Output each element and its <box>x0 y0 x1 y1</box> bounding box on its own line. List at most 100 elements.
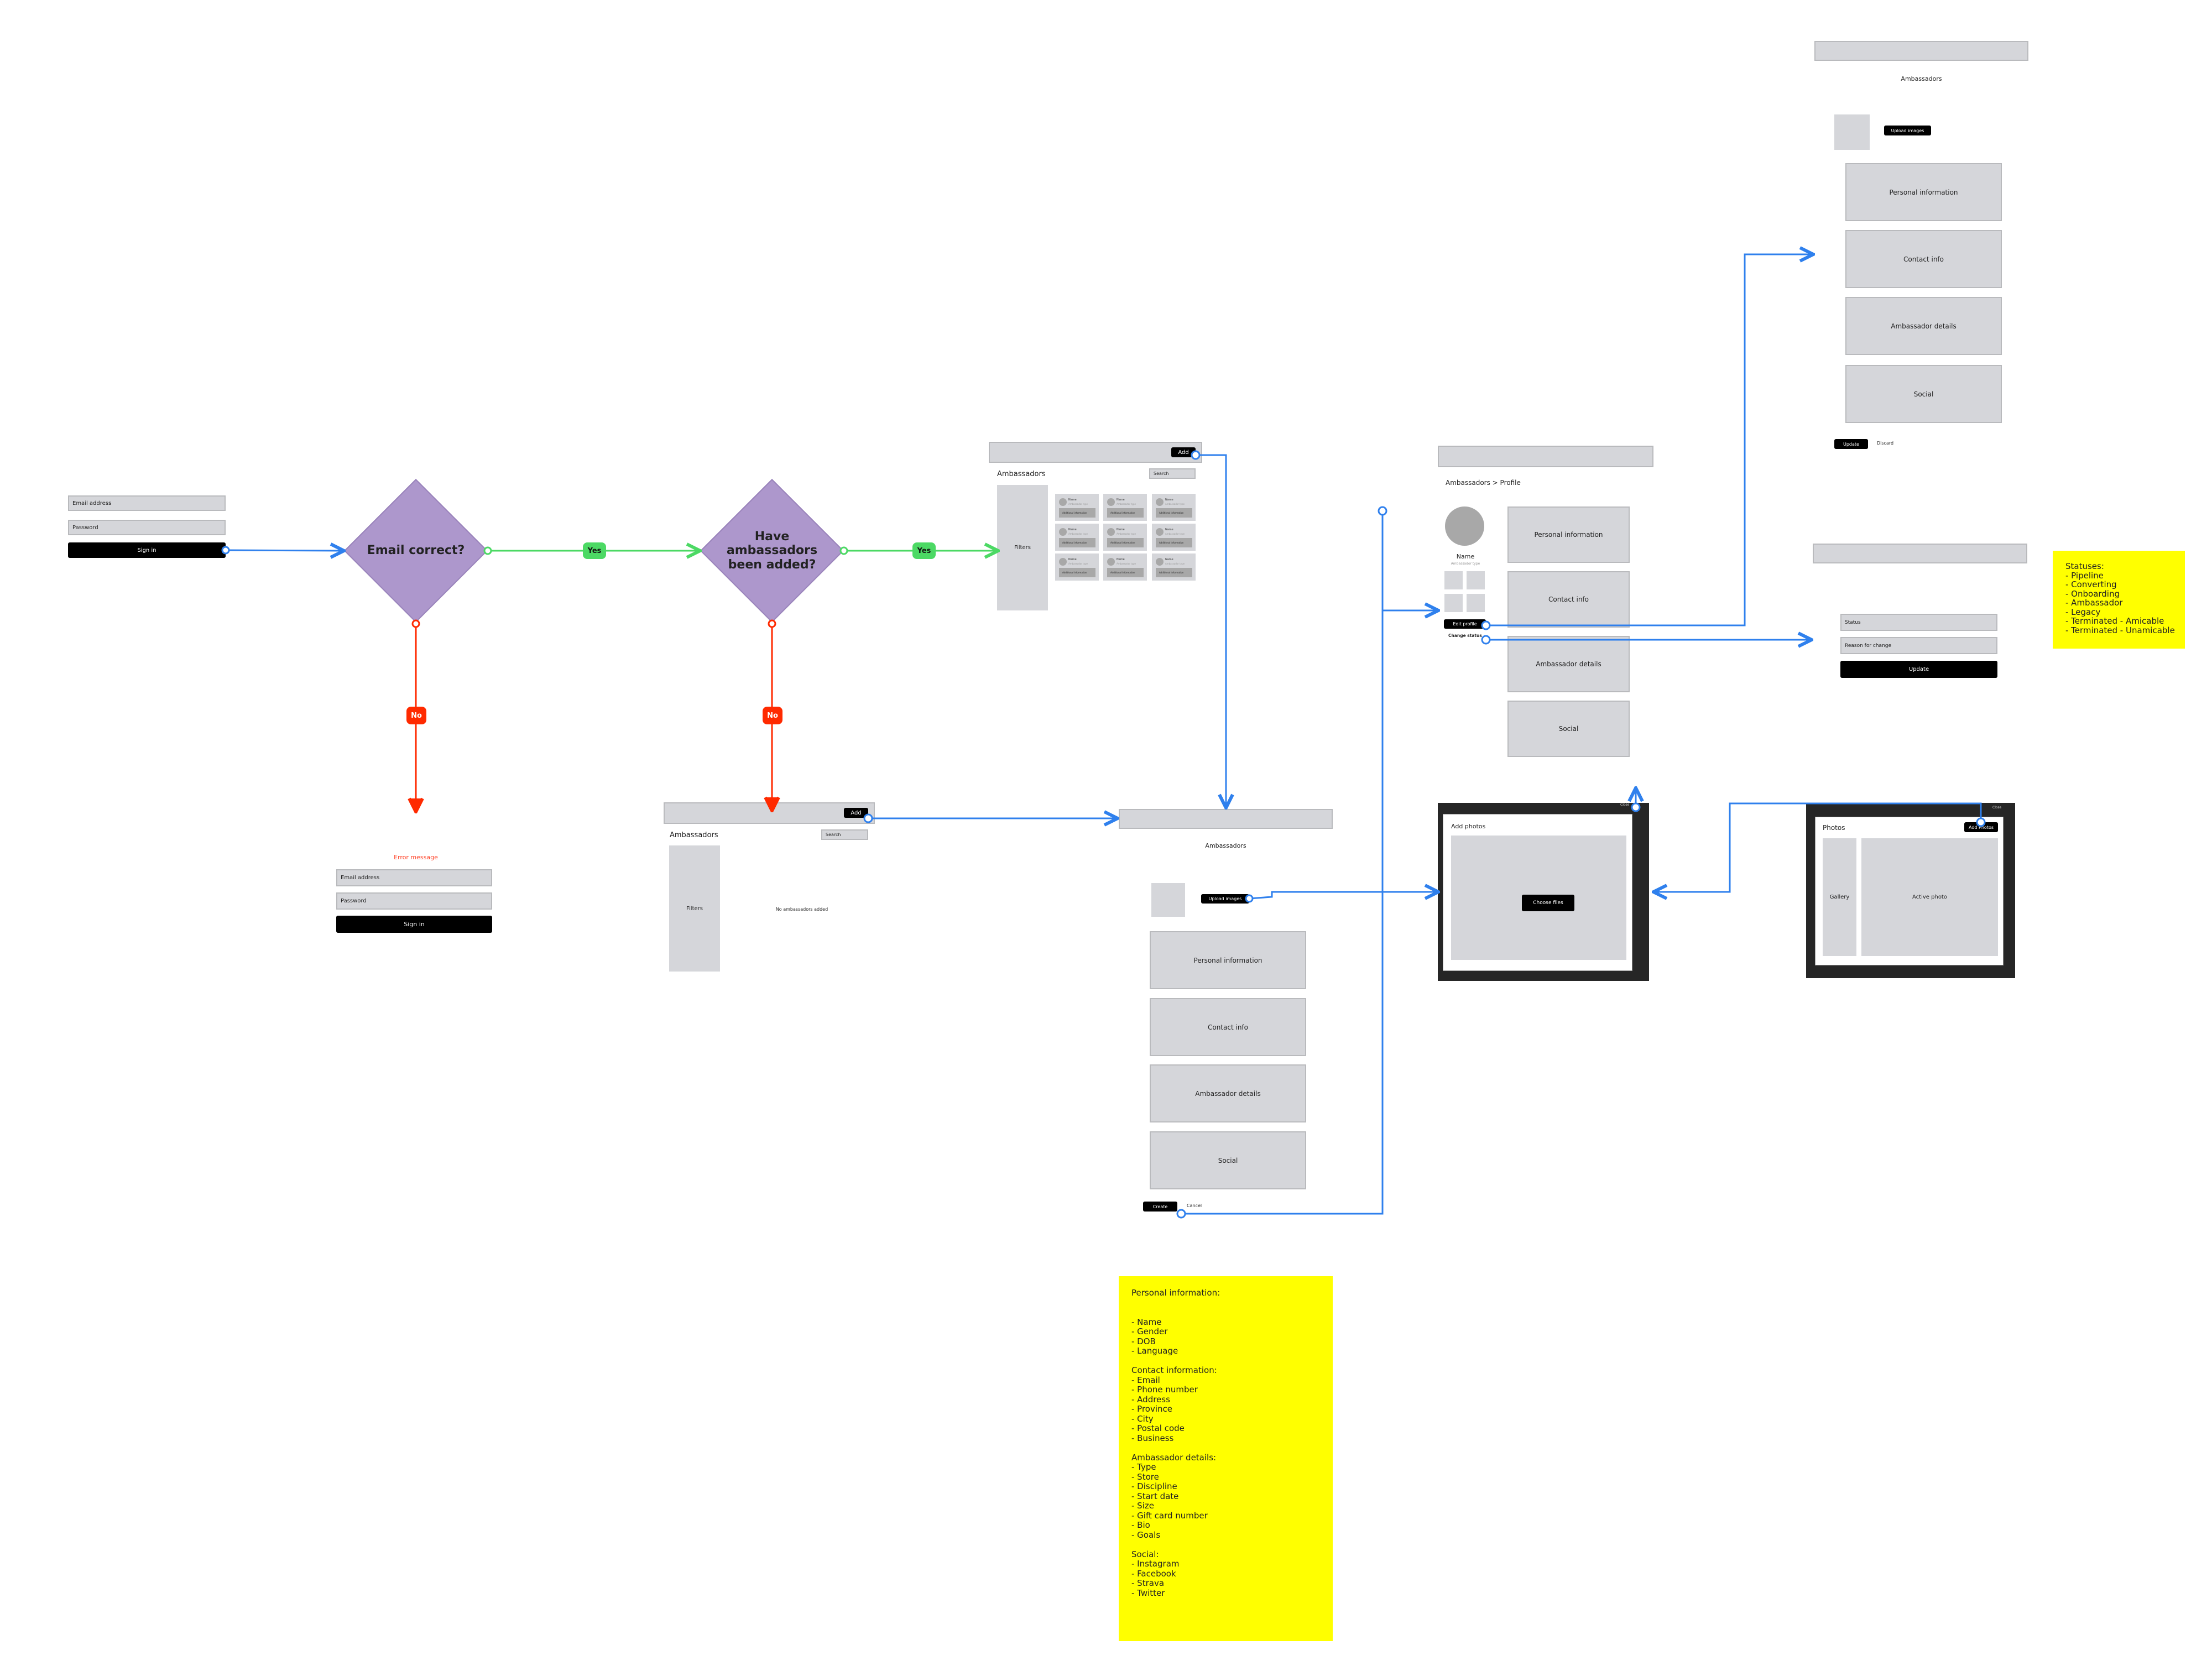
avatar <box>1156 528 1164 536</box>
ambassador-card[interactable]: Name Ambassador type Additional informatio… <box>1103 553 1147 581</box>
section-contact-info[interactable]: Contact info <box>1507 571 1630 628</box>
profile-name: Name <box>1456 553 1475 560</box>
reason-input[interactable]: Reason for change <box>1840 637 1997 654</box>
profile-type: Ambassador type <box>1451 562 1480 566</box>
ambassador-card[interactable]: Name Ambassador type Additional informatio… <box>1152 524 1196 551</box>
card-info: Additional information <box>1107 568 1144 577</box>
connector <box>1196 454 1226 808</box>
section-ambassador-details[interactable]: Ambassador details <box>1507 636 1630 692</box>
top-bar <box>664 802 875 824</box>
upload-images-button[interactable]: Upload images <box>1201 894 1249 904</box>
avatar <box>1107 528 1115 536</box>
add-button[interactable]: Add <box>844 808 868 818</box>
card-type: Ambassador type <box>1165 562 1185 565</box>
section-social[interactable]: Social <box>1507 701 1630 757</box>
add-button[interactable]: Add <box>1171 447 1196 457</box>
card-name: Name <box>1165 498 1173 502</box>
sign-in-button[interactable]: Sign in <box>68 542 226 558</box>
close-button[interactable]: Close <box>1620 803 1629 807</box>
decision-label: Have ambassadors been added? <box>726 530 818 572</box>
ambassador-card[interactable]: Name Ambassador type Additional informatio… <box>1103 524 1147 551</box>
active-photo-panel: Active photo <box>1861 838 1998 956</box>
yes-label: Yes <box>583 542 606 559</box>
section-ambassador-details[interactable]: Ambassador details <box>1150 1064 1306 1122</box>
card-name: Name <box>1117 558 1125 561</box>
card-type: Ambassador type <box>1117 562 1136 565</box>
avatar <box>1156 558 1164 566</box>
ambassador-card[interactable]: Name Ambassador type Additional informatio… <box>1152 494 1196 521</box>
search-input[interactable]: Search <box>1149 468 1196 479</box>
card-info: Additional information <box>1156 568 1192 577</box>
card-info: Additional information <box>1107 508 1144 518</box>
top-bar <box>989 442 1202 463</box>
card-name: Name <box>1068 498 1077 502</box>
connector <box>225 550 344 551</box>
decision-label: Email correct? <box>367 544 465 558</box>
section-ambassador-details[interactable]: Ambassador details <box>1845 297 2002 355</box>
photo-thumb[interactable] <box>1467 594 1485 612</box>
top-bar <box>1814 41 2028 61</box>
card-type: Ambassador type <box>1117 503 1136 505</box>
breadcrumb: Ambassadors > Profile <box>1446 479 1521 487</box>
filters-panel[interactable]: Filters <box>669 845 720 972</box>
gallery-panel[interactable]: Gallery <box>1823 838 1856 956</box>
card-type: Ambassador type <box>1117 532 1136 535</box>
password-field[interactable]: Password <box>68 520 226 535</box>
section-social[interactable]: Social <box>1845 365 2002 423</box>
card-type: Ambassador type <box>1165 503 1185 505</box>
ambassador-card[interactable]: Name Ambassador type Additional informatio… <box>1055 494 1099 521</box>
section-personal-information[interactable]: Personal information <box>1150 931 1306 989</box>
no-label: No <box>406 707 426 724</box>
edit-profile-button[interactable]: Edit profile <box>1444 619 1486 629</box>
card-name: Name <box>1165 528 1173 531</box>
card-name: Name <box>1068 528 1077 531</box>
section-contact-info[interactable]: Contact info <box>1150 998 1306 1056</box>
photo-thumb[interactable] <box>1444 571 1463 589</box>
photo-thumb[interactable] <box>1467 571 1485 589</box>
top-bar <box>1438 446 1653 467</box>
update-button[interactable]: Update <box>1834 439 1868 449</box>
change-status-link[interactable]: Change status <box>1448 633 1482 638</box>
sticky-note-statuses: Statuses: - Pipeline - Converting - Onbo… <box>2053 551 2185 649</box>
add-photos-button[interactable]: Add Photos <box>1964 822 1998 832</box>
ambassador-card[interactable]: Name Ambassador type Additional informatio… <box>1055 553 1099 581</box>
card-info: Additional information <box>1059 508 1095 518</box>
card-type: Ambassador type <box>1165 532 1185 535</box>
email-field[interactable]: Email address <box>336 869 492 886</box>
close-button[interactable]: Close <box>1992 806 2001 810</box>
ambassador-card[interactable]: Name Ambassador type Additional informatio… <box>1152 553 1196 581</box>
ambassador-card[interactable]: Name Ambassador type Additional informatio… <box>1055 524 1099 551</box>
password-field[interactable]: Password <box>336 892 492 910</box>
modal-title: Photos <box>1823 824 1845 832</box>
discard-link[interactable]: Discard <box>1877 441 1893 446</box>
section-personal-information[interactable]: Personal information <box>1845 163 2002 221</box>
section-social[interactable]: Social <box>1150 1131 1306 1189</box>
update-status-button[interactable]: Update <box>1840 661 1997 678</box>
avatar <box>1107 558 1115 566</box>
search-input[interactable]: Search <box>821 829 868 840</box>
filters-panel[interactable]: Filters <box>997 485 1048 610</box>
ambassador-card[interactable]: Name Ambassador type Additional informatio… <box>1103 494 1147 521</box>
status-select[interactable]: Status <box>1840 614 1997 631</box>
cancel-link[interactable]: Cancel <box>1187 1203 1202 1208</box>
email-field[interactable]: Email address <box>68 495 226 511</box>
empty-message: No ambassadors added <box>775 907 828 912</box>
create-button[interactable]: Create <box>1143 1202 1177 1212</box>
sign-in-button[interactable]: Sign in <box>336 916 492 933</box>
top-bar <box>1813 544 2027 563</box>
error-message: Error message <box>394 854 438 861</box>
top-bar <box>1119 809 1333 829</box>
card-type: Ambassador type <box>1068 562 1088 565</box>
upload-images-button[interactable]: Upload images <box>1884 126 1931 135</box>
avatar <box>1107 498 1115 506</box>
section-personal-information[interactable]: Personal information <box>1507 506 1630 563</box>
photo-thumb[interactable] <box>1444 594 1463 612</box>
card-info: Additional information <box>1156 508 1192 518</box>
card-name: Name <box>1117 498 1125 502</box>
page-title: Ambassadors <box>997 470 1046 478</box>
avatar <box>1156 498 1164 506</box>
section-contact-info[interactable]: Contact info <box>1845 230 2002 288</box>
card-type: Ambassador type <box>1068 532 1088 535</box>
avatar <box>1059 498 1067 506</box>
choose-files-button[interactable]: Choose files <box>1522 895 1574 911</box>
